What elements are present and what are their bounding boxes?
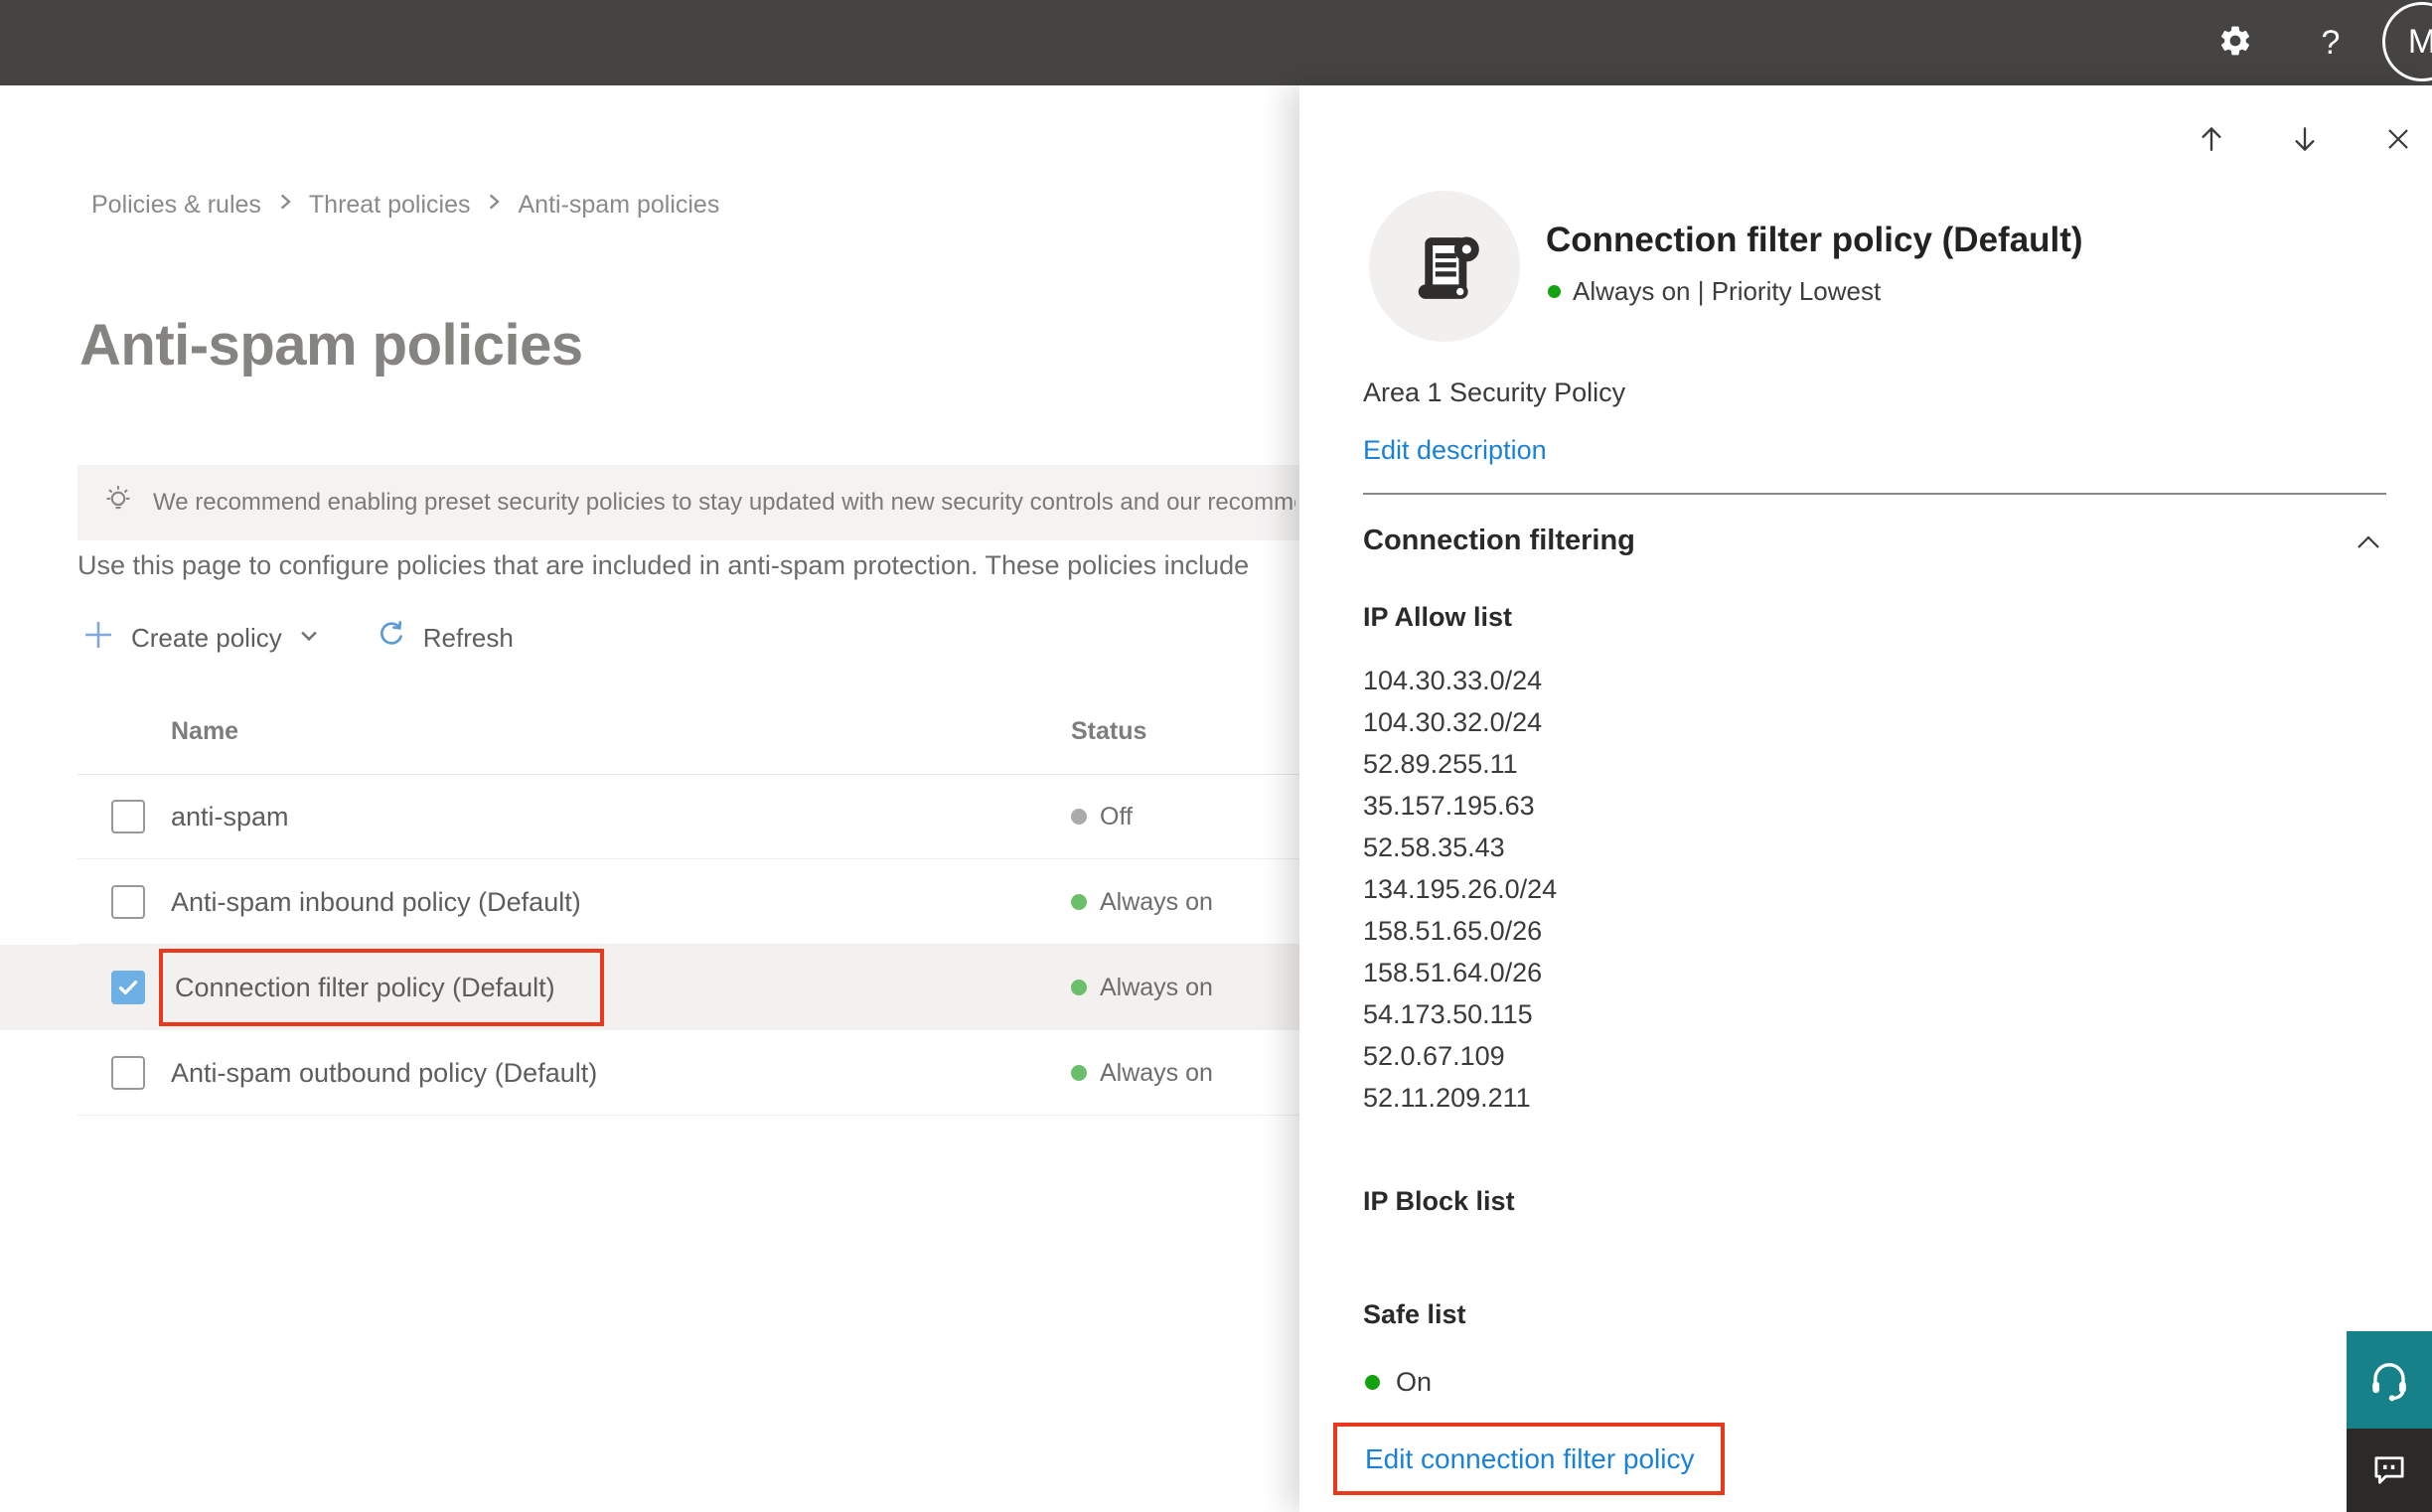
policy-name-link[interactable]: Anti-spam outbound policy (Default): [171, 1030, 597, 1116]
create-policy-button[interactable]: Create policy: [81, 618, 320, 659]
status-dot-on: [1548, 285, 1561, 298]
policy-name-link[interactable]: Connection filter policy (Default): [175, 973, 555, 1003]
row-checkbox-checked[interactable]: [111, 971, 145, 1004]
status-dot-on: [1071, 894, 1087, 910]
breadcrumb-chevron-icon: [486, 191, 502, 220]
ip-entry: 35.157.195.63: [1363, 791, 1535, 821]
row-checkbox[interactable]: [111, 800, 145, 833]
help-icon: ?: [2321, 23, 2341, 62]
plus-icon: [81, 618, 115, 659]
status-dot-on: [1365, 1375, 1380, 1390]
ip-entry: 158.51.64.0/26: [1363, 958, 1543, 987]
annotation-highlight-box: Connection filter policy (Default): [159, 949, 604, 1026]
column-header-status[interactable]: Status: [1071, 717, 1146, 746]
create-policy-label: Create policy: [131, 622, 282, 653]
toolbar: Create policy Refresh: [81, 614, 514, 662]
column-header-name[interactable]: Name: [171, 717, 238, 746]
headset-icon: [2372, 1363, 2406, 1402]
panel-title: Connection filter policy (Default): [1546, 221, 2083, 259]
help-button[interactable]: ?: [2293, 0, 2368, 85]
collapse-section-button[interactable]: [2353, 527, 2384, 563]
status-label: Always on: [1100, 1058, 1213, 1087]
status-dot-on: [1071, 1065, 1087, 1081]
refresh-icon: [376, 619, 407, 658]
ip-entry: 52.11.209.211: [1363, 1083, 1531, 1113]
edit-description-link[interactable]: Edit description: [1363, 435, 1547, 466]
ip-allow-list-label: IP Allow list: [1363, 602, 1513, 632]
policy-name-link[interactable]: anti-spam: [171, 774, 289, 859]
safe-list-status-text: On: [1396, 1367, 1433, 1397]
feedback-icon: [2374, 1456, 2404, 1484]
ip-entry: 104.30.32.0/24: [1363, 707, 1543, 737]
gear-icon: [2217, 23, 2253, 64]
ip-entry: 52.0.67.109: [1363, 1041, 1505, 1071]
status-dot-off: [1071, 809, 1087, 825]
status-label: Always on: [1100, 973, 1213, 1001]
ip-entry: 104.30.33.0/24: [1363, 666, 1543, 695]
refresh-label: Refresh: [422, 622, 514, 653]
chevron-up-icon: [2357, 535, 2379, 548]
status-dot-on: [1071, 980, 1087, 995]
close-icon: [2388, 129, 2408, 149]
row-checkbox[interactable]: [111, 1056, 145, 1090]
ip-entry: 52.89.255.11: [1363, 749, 1518, 779]
ip-allow-list: 104.30.33.0/24 104.30.32.0/24 52.89.255.…: [1363, 660, 1557, 1119]
status-cell: Always on: [1071, 859, 1213, 945]
row-checkbox[interactable]: [111, 885, 145, 919]
panel-divider: [1363, 493, 2386, 495]
ip-entry: 52.58.35.43: [1363, 832, 1505, 862]
ip-entry: 134.195.26.0/24: [1363, 874, 1558, 904]
top-app-bar: ? M: [0, 0, 2432, 85]
arrow-up-icon: [2202, 126, 2221, 151]
avatar[interactable]: M: [2382, 2, 2432, 81]
previous-item-button[interactable]: [2188, 115, 2235, 163]
close-panel-button[interactable]: [2374, 115, 2422, 163]
status-label: Always on: [1100, 887, 1213, 916]
policy-description: Area 1 Security Policy: [1363, 378, 1626, 407]
breadcrumb: Policies & rules Threat policies Anti-sp…: [91, 191, 719, 220]
arrow-down-icon: [2295, 127, 2315, 152]
ip-entry: 158.51.65.0/26: [1363, 916, 1543, 946]
breadcrumb-chevron-icon: [277, 191, 293, 220]
support-button[interactable]: [2347, 1331, 2432, 1429]
avatar-initial: M: [2407, 22, 2432, 61]
annotation-highlight-box: Edit connection filter policy: [1333, 1423, 1725, 1495]
chevron-down-icon: [298, 623, 320, 654]
policy-name-link[interactable]: Anti-spam inbound policy (Default): [171, 859, 581, 945]
status-cell: Always on: [1071, 945, 1213, 1030]
policy-icon-circle: [1369, 191, 1520, 342]
status-cell: Always on: [1071, 1030, 1213, 1116]
panel-nav: [2188, 115, 2422, 163]
panel-status-text: Always on | Priority Lowest: [1573, 276, 1882, 306]
breadcrumb-current-page: Anti-spam policies: [518, 191, 720, 219]
scroll-icon: [1418, 236, 1479, 299]
page-title: Anti-spam policies: [79, 313, 583, 378]
feedback-button[interactable]: [2347, 1429, 2432, 1512]
banner-text: We recommend enabling preset security po…: [153, 489, 1295, 516]
page-description: Use this page to configure policies that…: [77, 550, 1250, 580]
safe-list-status: On: [1365, 1367, 1432, 1398]
breadcrumb-policies-rules[interactable]: Policies & rules: [91, 191, 261, 220]
refresh-button[interactable]: Refresh: [376, 619, 514, 658]
status-label: Off: [1100, 802, 1133, 831]
safe-list-label: Safe list: [1363, 1299, 1466, 1329]
ip-entry: 54.173.50.115: [1363, 999, 1533, 1029]
edit-connection-filter-policy-link[interactable]: Edit connection filter policy: [1365, 1443, 1695, 1475]
breadcrumb-threat-policies[interactable]: Threat policies: [309, 191, 471, 220]
settings-button[interactable]: [2198, 0, 2273, 85]
ip-block-list-label: IP Block list: [1363, 1186, 1515, 1216]
section-connection-filtering[interactable]: Connection filtering: [1363, 525, 1635, 557]
details-flyout-panel: Connection filter policy (Default) Alway…: [1299, 85, 2432, 1512]
next-item-button[interactable]: [2281, 115, 2329, 163]
lightbulb-icon: [101, 484, 135, 523]
check-icon: [118, 980, 138, 995]
status-cell: Off: [1071, 774, 1133, 859]
panel-status-line: Always on | Priority Lowest: [1548, 276, 1881, 307]
